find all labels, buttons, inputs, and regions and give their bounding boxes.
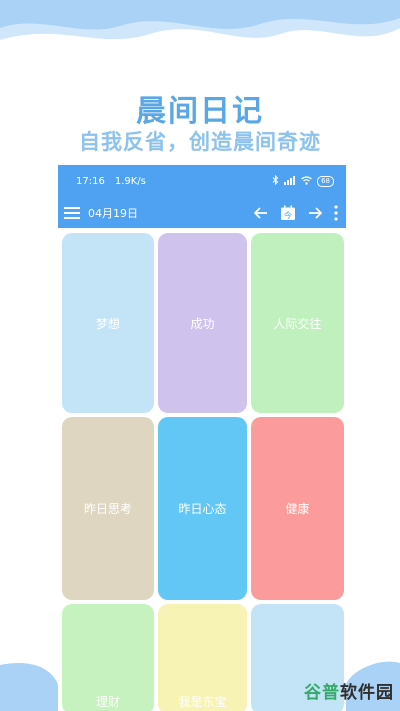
watermark-part1: 谷普 [304,683,340,703]
tile-yesterday-mood[interactable]: 昨日心态 [158,417,247,600]
menu-icon[interactable] [64,206,80,220]
tile-dream[interactable]: 梦想 [62,233,154,413]
category-grid: 梦想 成功 人际交往 昨日思考 昨日心态 健康 理财 我是东宝 [62,233,344,711]
tile-success[interactable]: 成功 [158,233,247,413]
app-toolbar: 04月19日 今 [58,198,346,228]
tile-label: 昨日思考 [83,502,132,516]
promo-title: 晨间日记 [136,94,264,129]
tile-label: 昨日心态 [178,502,227,516]
status-bar: 17:16 1.9K/s 68 [58,165,346,198]
tile-relationships[interactable]: 人际交往 [251,233,344,413]
arrow-left-icon[interactable] [254,207,268,219]
watermark-part2: 软件园 [340,683,394,703]
tile-yesterday-thoughts[interactable]: 昨日思考 [62,417,154,600]
more-options-icon[interactable] [334,205,338,221]
calendar-today-icon[interactable]: 今 [280,205,296,221]
tile-label: 健康 [285,502,310,516]
tile-label: 成功 [190,316,215,331]
phone-screen: 17:16 1.9K/s 68 04月19日 今 梦想 成功 人际交往 昨日思考… [58,165,346,711]
tile-health[interactable]: 健康 [251,417,344,600]
status-time: 17:16 [76,176,105,187]
bluetooth-icon [272,174,279,188]
top-wave-decoration [0,0,400,40]
arrow-right-icon[interactable] [308,207,322,219]
calendar-today-label: 今 [284,210,292,220]
network-speed: 1.9K/s [114,176,146,187]
battery-indicator: 68 [317,176,334,187]
tile-label: 人际交往 [273,316,322,331]
signal-icon [284,175,296,188]
current-date[interactable]: 04月19日 [88,205,138,221]
wifi-icon [301,175,312,188]
watermark-logo: 谷普 软件园 [304,678,394,703]
promo-subtitle: 自我反省，创造晨间奇迹 [79,130,321,154]
tile-label: 梦想 [95,316,120,331]
